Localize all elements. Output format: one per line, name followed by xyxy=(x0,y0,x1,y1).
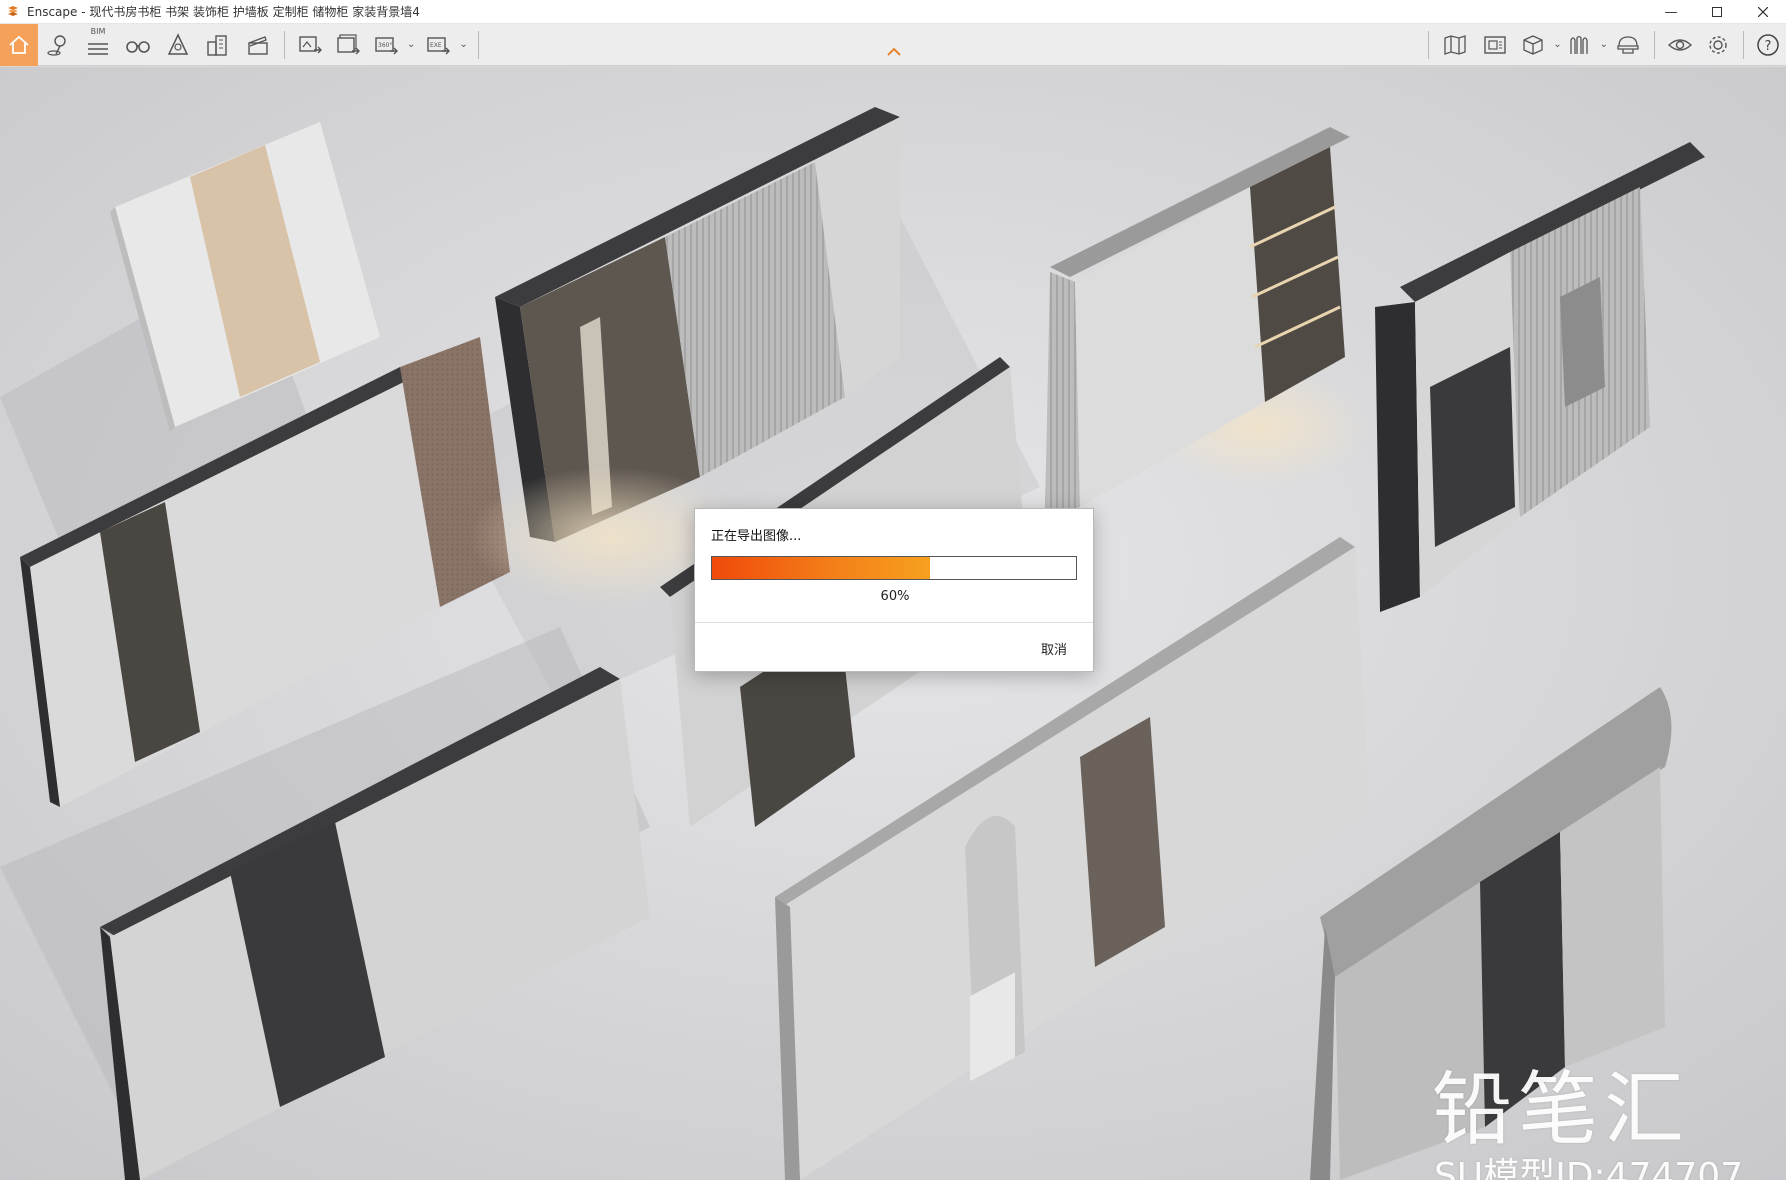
toolbar-separator xyxy=(284,30,285,59)
batch-render-icon xyxy=(337,33,360,54)
map-button[interactable] xyxy=(1435,24,1475,66)
map-pin-button[interactable] xyxy=(38,24,78,66)
helmet-button[interactable] xyxy=(1608,24,1648,66)
box-dropdown-chevron-icon[interactable]: ⌄ xyxy=(1553,39,1561,50)
map-icon xyxy=(1444,34,1466,55)
settings-button[interactable] xyxy=(1699,24,1737,66)
screenshot-icon xyxy=(1484,35,1506,54)
library-icon xyxy=(1569,35,1588,54)
map-pin-icon xyxy=(47,34,66,56)
close-button[interactable] xyxy=(1740,0,1786,24)
atmosphere-icon xyxy=(167,32,189,55)
screenshot-button[interactable] xyxy=(1475,24,1515,66)
toolbar-separator xyxy=(477,30,479,59)
clapper-icon xyxy=(248,35,268,55)
export-dropdown-chevron-icon[interactable]: ⌄ xyxy=(459,39,467,50)
window-title: Enscape - 现代书房书柜 书架 装饰柜 护墙板 定制柜 储物柜 家装背景… xyxy=(27,5,420,19)
batch-render-button[interactable] xyxy=(329,24,367,66)
watermark-model-id: SU模型ID:474707 xyxy=(1434,1156,1744,1180)
collapse-toolbar-button[interactable] xyxy=(884,44,904,60)
cancel-button[interactable]: 取消 xyxy=(1041,639,1067,658)
atmosphere-button[interactable] xyxy=(158,24,198,66)
minimize-button[interactable]: — xyxy=(1648,0,1694,24)
progress-percent-label: 60% xyxy=(880,589,910,604)
export-exe-icon: EXE xyxy=(427,36,451,54)
bim-label: BIM xyxy=(90,26,106,36)
render-image-icon xyxy=(299,35,322,53)
toolbar-separator xyxy=(1743,30,1744,59)
watermark-brand: 铅笔汇 xyxy=(1432,1063,1690,1156)
title-bar: Enscape - 现代书房书柜 书架 装饰柜 护墙板 定制柜 储物柜 家装背景… xyxy=(0,0,1786,24)
buildings-button[interactable] xyxy=(198,24,238,66)
buildings-icon xyxy=(207,34,227,56)
helmet-icon xyxy=(1617,35,1639,54)
exe-label: EXE xyxy=(430,42,442,49)
home-button[interactable] xyxy=(0,23,38,66)
maximize-button[interactable] xyxy=(1694,0,1740,24)
progress-fill xyxy=(712,557,931,579)
binoculars-icon xyxy=(126,40,150,53)
render-image-button[interactable] xyxy=(291,24,329,66)
visual-settings-button[interactable] xyxy=(1661,24,1699,66)
bim-list-button[interactable]: BIM xyxy=(78,24,118,66)
chevron-up-icon xyxy=(887,47,901,56)
dialog-divider xyxy=(695,622,1093,623)
binoculars-button[interactable] xyxy=(118,24,158,66)
box-icon xyxy=(1523,34,1543,55)
export-exe-button[interactable]: EXE xyxy=(419,24,457,66)
library-dropdown-chevron-icon[interactable]: ⌄ xyxy=(1600,39,1608,50)
settings-gear-icon xyxy=(1709,35,1727,54)
enscape-logo-icon xyxy=(5,4,21,20)
export-progress-dialog: 正在导出图像... 60% 取消 xyxy=(694,508,1094,672)
export-progress-bar xyxy=(711,556,1077,580)
help-icon: ? xyxy=(1757,33,1779,56)
maximize-icon xyxy=(1712,7,1722,17)
help-label: ? xyxy=(1765,39,1772,54)
panorama-360-icon: 360° xyxy=(375,36,398,54)
home-icon xyxy=(9,35,29,54)
toolbar-separator xyxy=(1654,30,1655,59)
toolbar-separator xyxy=(1428,30,1430,59)
box-button[interactable] xyxy=(1515,24,1551,66)
library-button[interactable] xyxy=(1562,24,1598,66)
dialog-title: 正在导出图像... xyxy=(711,529,802,544)
help-button[interactable]: ? xyxy=(1750,24,1786,66)
eye-icon xyxy=(1667,38,1693,51)
minimize-icon: — xyxy=(1664,4,1678,20)
panorama-dropdown-chevron-icon[interactable]: ⌄ xyxy=(407,39,415,50)
panorama-button[interactable]: 360° xyxy=(367,24,405,66)
close-icon xyxy=(1758,7,1768,17)
panorama-label: 360° xyxy=(378,42,392,49)
clapper-button[interactable] xyxy=(238,24,278,66)
